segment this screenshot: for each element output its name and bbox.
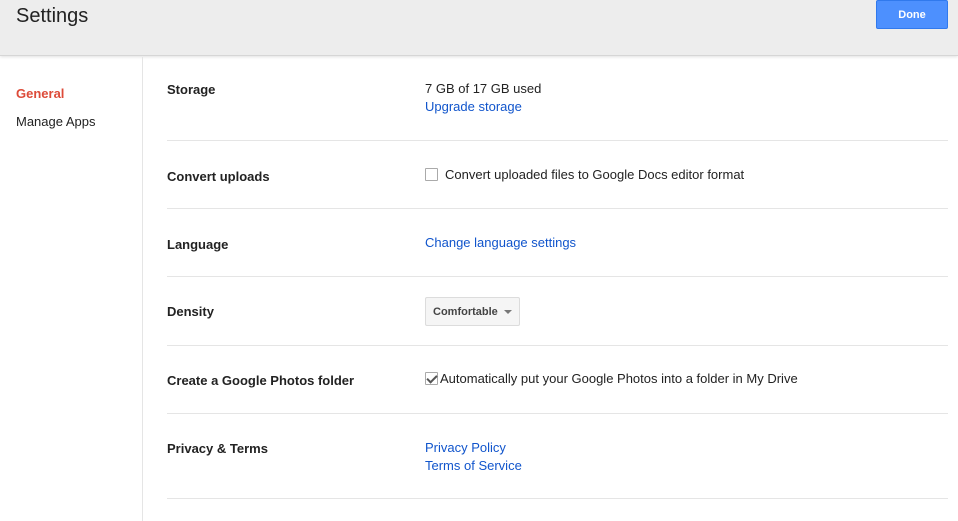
photos-folder-label: Create a Google Photos folder	[167, 373, 355, 388]
language-row: Language Change language settings	[167, 209, 948, 277]
sidebar-item-general[interactable]: General	[16, 86, 64, 101]
convert-uploads-row: Convert uploads Convert uploaded files t…	[167, 141, 948, 209]
convert-uploads-checkbox[interactable]	[425, 168, 438, 181]
photos-folder-checkbox-label[interactable]: Automatically put your Google Photos int…	[440, 371, 798, 386]
convert-uploads-option[interactable]: Convert uploaded files to Google Docs ed…	[425, 167, 744, 182]
language-label: Language	[167, 237, 229, 252]
caret-down-icon	[503, 309, 512, 314]
photos-folder-checkbox[interactable]	[425, 372, 438, 385]
upgrade-storage-link[interactable]: Upgrade storage	[425, 99, 522, 114]
convert-uploads-label: Convert uploads	[167, 169, 270, 184]
storage-usage: 7 GB of 17 GB used	[425, 81, 542, 96]
sidebar: General Manage Apps	[0, 57, 143, 521]
privacy-policy-link[interactable]: Privacy Policy	[425, 440, 506, 455]
terms-of-service-link[interactable]: Terms of Service	[425, 458, 522, 473]
privacy-label: Privacy & Terms	[167, 441, 268, 456]
density-dropdown[interactable]: Comfortable	[425, 297, 520, 326]
page-title: Settings	[16, 5, 89, 27]
header: Settings Done	[0, 0, 958, 56]
done-button[interactable]: Done	[876, 0, 948, 29]
density-label: Density	[167, 304, 214, 319]
photos-folder-option[interactable]: Automatically put your Google Photos int…	[425, 371, 798, 386]
density-selected: Comfortable	[433, 305, 498, 318]
storage-label: Storage	[167, 82, 216, 97]
privacy-row: Privacy & Terms Privacy Policy Terms of …	[167, 414, 948, 499]
change-language-link[interactable]: Change language settings	[425, 235, 576, 250]
storage-row: Storage 7 GB of 17 GB used Upgrade stora…	[167, 57, 948, 141]
photos-folder-row: Create a Google Photos folder Automatica…	[167, 346, 948, 414]
convert-uploads-checkbox-label[interactable]: Convert uploaded files to Google Docs ed…	[445, 167, 744, 182]
sidebar-item-manage-apps[interactable]: Manage Apps	[16, 114, 96, 129]
density-row: Density Comfortable	[167, 277, 948, 346]
